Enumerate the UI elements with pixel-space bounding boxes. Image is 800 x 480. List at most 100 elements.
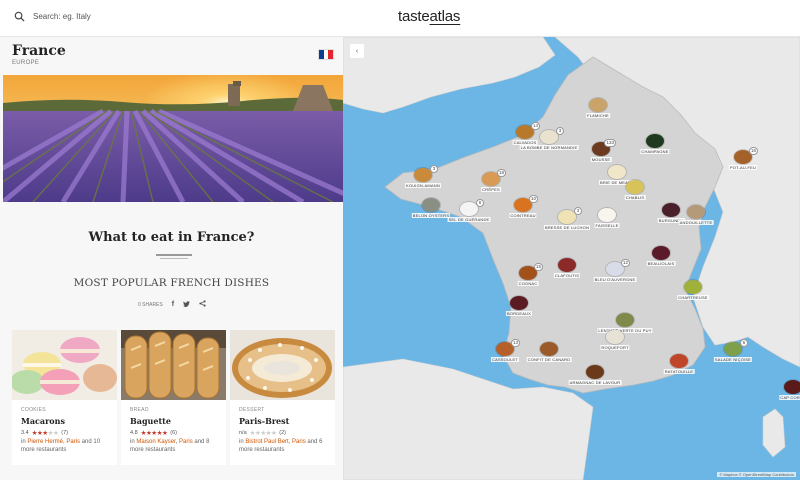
facebook-icon[interactable]: f: [172, 301, 174, 308]
map-pin[interactable]: CHARTREUSE: [677, 280, 709, 300]
map-pin[interactable]: BELON OYSTERS: [411, 198, 451, 218]
region-panel: France EUROPE What to eat in France? MOS…: [0, 37, 343, 480]
map-pin-label: ARMAGNAC DE LAVOUR: [568, 380, 622, 385]
map-pin[interactable]: CHAMPAGNE: [640, 134, 670, 154]
star-rating-icon: ★★★★★: [140, 430, 168, 437]
map-pin-label: LA BOMBE DE NORMANDIE: [519, 145, 579, 150]
dish-category: BREAD: [130, 407, 149, 413]
restaurant-link[interactable]: Pierre Hermé: [27, 439, 63, 445]
hero-image-lavender-field: [3, 75, 343, 202]
map-pin[interactable]: LENTILLE VERTE DU PUY: [597, 313, 653, 333]
map-pin[interactable]: 15 COGNAC: [517, 263, 543, 286]
continent-label[interactable]: EUROPE: [12, 60, 39, 66]
dish-card[interactable]: BREAD Baguette 4.8 ★★★★★ (6) in Maison K…: [121, 330, 226, 465]
rating-count: (7): [61, 430, 69, 436]
map-pin-dish-icon: [608, 165, 626, 179]
map-pin-label: MOUSSE: [590, 157, 612, 162]
map-pin-label: ROQUEFORT: [600, 345, 630, 350]
map-pin[interactable]: 16 POT-AU-FEU: [728, 147, 758, 170]
search-input[interactable]: Search: eg. Italy: [33, 12, 91, 21]
dish-name[interactable]: Paris-Brest: [239, 416, 289, 426]
map-pin-count: 6: [740, 339, 748, 347]
dish-where-to-eat: in Maison Kayser, Paris and 8 more resta…: [130, 439, 210, 453]
dish-category: DESSERT: [239, 407, 265, 413]
dish-card[interactable]: DESSERT Paris-Brest n/a ★★★★★ (2) in Bis…: [230, 330, 335, 465]
map-pin-label: CHAMPAGNE: [640, 149, 670, 154]
dish-where-to-eat: in Pierre Hermé, Paris and 10 more resta…: [21, 439, 101, 453]
dish-name[interactable]: Baguette: [130, 416, 171, 426]
map-pin[interactable]: 3 BRESSE DE LUCHON: [543, 207, 591, 230]
rating-count: (6): [170, 430, 178, 436]
map-pin-dish-icon: [670, 354, 688, 368]
map-pin[interactable]: CHABLIS: [624, 180, 646, 200]
dish-name[interactable]: Macarons: [21, 416, 65, 426]
city-link[interactable]: Paris: [66, 439, 80, 445]
map-pin[interactable]: 18 CRÊPES: [481, 169, 506, 192]
map-pin[interactable]: ANDOUILLETTE: [678, 205, 714, 225]
map-pin-dish-icon: [510, 296, 528, 310]
map-pin-dish-icon: [784, 380, 800, 394]
search-box[interactable]: Search: eg. Italy: [14, 11, 91, 22]
share-icon[interactable]: [199, 300, 206, 309]
restaurant-link[interactable]: Bistrot Paul Bert: [245, 439, 288, 445]
map-pin-dish-icon: [558, 258, 576, 272]
map-pin[interactable]: RATATOUILLE: [663, 354, 695, 374]
map-pin[interactable]: BORDEAUX: [505, 296, 533, 316]
rating-count: (2): [279, 430, 287, 436]
twitter-icon[interactable]: [183, 300, 191, 309]
map-pin[interactable]: ARMAGNAC DE LAVOUR: [568, 365, 622, 385]
dish-card[interactable]: COOKIES Macarons 3.4 ★★★★★ (7) in Pierre…: [12, 330, 117, 465]
tasteatlas-logo[interactable]: tasteatlas: [398, 8, 460, 25]
collapse-panel-button[interactable]: ‹: [350, 44, 364, 58]
map-pin[interactable]: CONFIT DE CANARD: [526, 342, 572, 362]
map-pin[interactable]: FAISSELLE: [594, 208, 620, 228]
map-pin[interactable]: ROQUEFORT: [600, 330, 630, 350]
map-pin-count: 14: [530, 122, 540, 130]
map-pin-count: 6: [476, 199, 484, 207]
map-pin[interactable]: 6 SALADE NIÇOISE: [713, 339, 753, 362]
map-pin-label: BORDEAUX: [505, 311, 533, 316]
country-title: France: [12, 43, 66, 59]
map-pin-count: 3: [574, 207, 582, 215]
map-pin[interactable]: 6 SEL DE GUÉRANDE: [447, 199, 491, 222]
map-pin-label: CHARTREUSE: [677, 295, 709, 300]
section-heading: What to eat in France?: [88, 230, 255, 245]
dish-image-baguette[interactable]: [121, 330, 226, 400]
star-rating-icon: ★★★★★: [31, 430, 59, 437]
map-attribution: © Mapbox © OpenStreetMap Contributors: [717, 472, 796, 477]
map-pin-dish-icon: [687, 205, 705, 219]
map-pin[interactable]: 3 LA BOMBE DE NORMANDIE: [519, 127, 579, 150]
map-pin[interactable]: BRIE DE MEAUX: [599, 165, 635, 185]
dish-image-paris-brest[interactable]: [230, 330, 335, 400]
map-pin[interactable]: BEAUJOLAIS: [646, 246, 676, 266]
map-pin[interactable]: 13 CASSOULET: [490, 339, 520, 362]
map-pin[interactable]: CAP CORSE: [779, 380, 800, 400]
star-rating-icon: ★★★★★: [249, 430, 277, 437]
map-pin[interactable]: 3 KOUIGN-AMANN: [405, 165, 441, 188]
map-pin[interactable]: CLAFOUTIS: [553, 258, 581, 278]
rating-score: 3.4: [21, 430, 29, 436]
map-pin-label: KOUIGN-AMANN: [405, 183, 441, 188]
map-pin-label: POT-AU-FEU: [728, 165, 758, 170]
map-pin-label: COGNAC: [517, 281, 539, 286]
map-pin-label: CLAFOUTIS: [553, 273, 581, 278]
map-pin[interactable]: 133 MOUSSE: [590, 139, 616, 162]
map-pin-dish-icon: [646, 134, 664, 148]
map-pin-label: ANDOUILLETTE: [678, 220, 714, 225]
city-link[interactable]: Paris: [179, 439, 193, 445]
map-pin-label: BRESSE DE LUCHON: [543, 225, 591, 230]
food-map[interactable]: ‹ FLAMICHE 14 CALVADOS 3 LA BOMBE DE NORMAND…: [343, 37, 800, 480]
map-pin[interactable]: 10 COINTREAU: [509, 195, 538, 218]
map-pin-count: 3: [430, 165, 438, 173]
dish-category: COOKIES: [21, 407, 46, 413]
dish-image-macarons[interactable]: [12, 330, 117, 400]
map-pin[interactable]: BURGUNDY: [657, 203, 685, 223]
map-pin[interactable]: 12 BLEU D'AUVERGNE: [593, 259, 637, 282]
map-pin-label: BELON OYSTERS: [411, 213, 451, 218]
map-pin[interactable]: FLAMICHE: [586, 98, 610, 118]
map-pin[interactable]: 14 CALVADOS: [512, 122, 540, 145]
restaurant-link[interactable]: Maison Kayser: [136, 439, 175, 445]
dish-rating: 4.8 ★★★★★ (6): [130, 429, 177, 437]
city-link[interactable]: Paris: [292, 439, 306, 445]
dish-rating: 3.4 ★★★★★ (7): [21, 429, 68, 437]
